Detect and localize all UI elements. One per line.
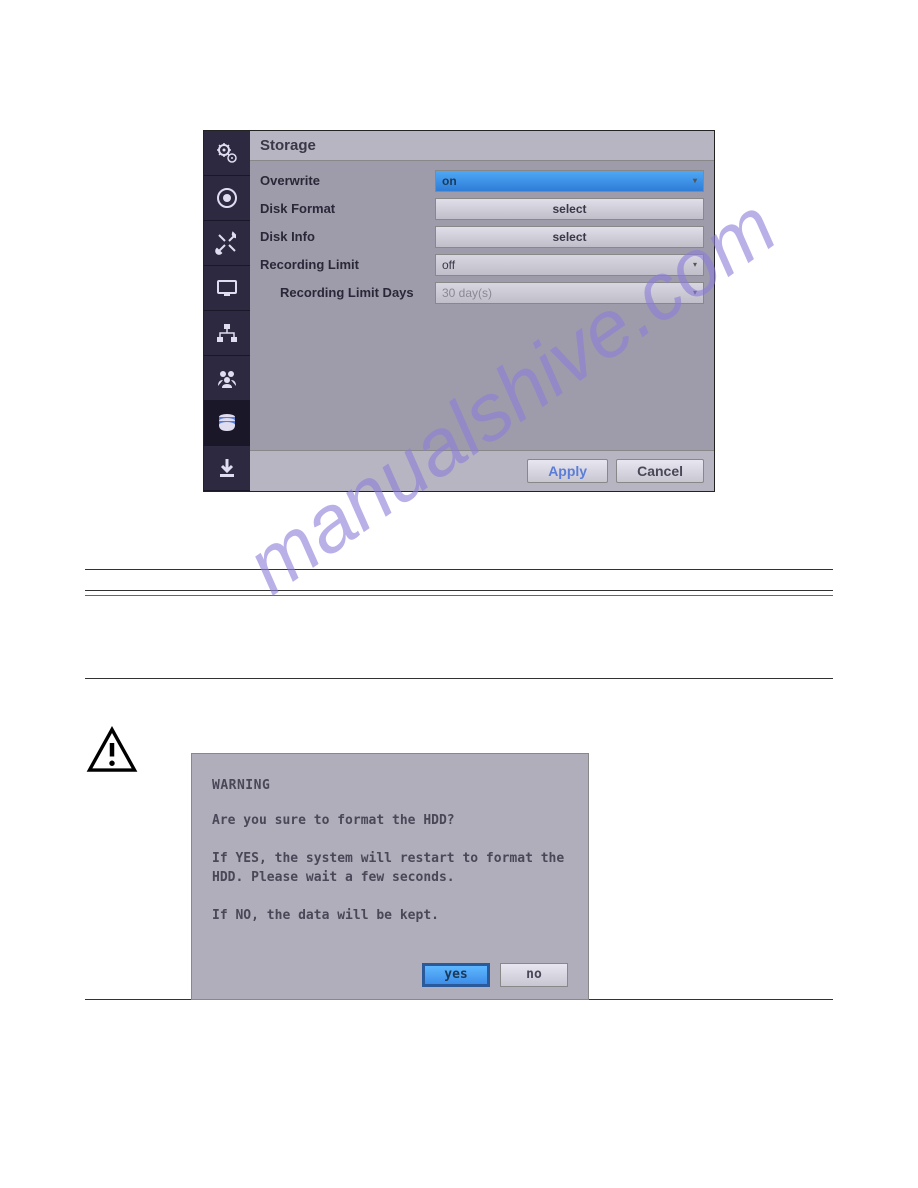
sidebar-item-tools[interactable] xyxy=(204,221,250,266)
sidebar-item-users[interactable] xyxy=(204,356,250,401)
content-area: Storage Overwrite on ▾ Disk Format selec… xyxy=(250,131,714,491)
recording-limit-dropdown[interactable]: off ▾ xyxy=(435,254,704,276)
download-icon xyxy=(215,456,239,480)
no-button[interactable]: no xyxy=(500,963,568,987)
overwrite-dropdown[interactable]: on ▾ xyxy=(435,170,704,192)
disk-info-select-button[interactable]: select xyxy=(435,226,704,248)
disk-format-label: Disk Format xyxy=(260,201,435,216)
sidebar-item-storage[interactable] xyxy=(204,401,250,446)
settings-body: Overwrite on ▾ Disk Format select Disk I… xyxy=(250,161,714,450)
sidebar-item-settings[interactable] xyxy=(204,131,250,176)
warning-section: WARNING Are you sure to format the HDD? … xyxy=(85,725,833,1000)
record-icon xyxy=(215,186,239,210)
row-recording-limit-days: Recording Limit Days 30 day(s) ▾ xyxy=(260,281,704,304)
storage-panel: Storage Overwrite on ▾ Disk Format selec… xyxy=(203,130,715,492)
network-icon xyxy=(215,321,239,345)
warning-button-row: yes no xyxy=(212,963,568,987)
disk-info-label: Disk Info xyxy=(260,229,435,244)
footer-buttons: Apply Cancel xyxy=(250,450,714,491)
recording-limit-days-dropdown: 30 day(s) ▾ xyxy=(435,282,704,304)
row-overwrite: Overwrite on ▾ xyxy=(260,169,704,192)
divider xyxy=(85,590,833,591)
warning-text-1: Are you sure to format the HDD? xyxy=(212,811,568,831)
recording-limit-label: Recording Limit xyxy=(260,257,435,272)
users-icon xyxy=(215,366,239,390)
page-title: Storage xyxy=(250,131,714,161)
gears-icon xyxy=(215,141,239,165)
disk-format-select-button[interactable]: select xyxy=(435,198,704,220)
apply-button[interactable]: Apply xyxy=(527,459,608,483)
sidebar xyxy=(204,131,250,491)
warning-text-2: If YES, the system will restart to forma… xyxy=(212,849,568,888)
row-disk-info: Disk Info select xyxy=(260,225,704,248)
chevron-down-icon: ▾ xyxy=(693,260,697,269)
recording-limit-value: off xyxy=(442,258,455,272)
chevron-down-icon: ▾ xyxy=(693,288,697,297)
sidebar-item-display[interactable] xyxy=(204,266,250,311)
divider xyxy=(85,678,833,679)
warning-title: WARNING xyxy=(212,778,568,793)
sidebar-item-network[interactable] xyxy=(204,311,250,356)
recording-limit-days-value: 30 day(s) xyxy=(442,286,492,300)
cancel-button[interactable]: Cancel xyxy=(616,459,704,483)
warning-dialog: WARNING Are you sure to format the HDD? … xyxy=(191,753,589,1000)
sidebar-item-download[interactable] xyxy=(204,446,250,491)
display-icon xyxy=(215,276,239,300)
overwrite-label: Overwrite xyxy=(260,173,435,188)
tools-icon xyxy=(215,231,239,255)
warning-icon xyxy=(85,725,139,779)
storage-icon xyxy=(215,411,239,435)
overwrite-value: on xyxy=(442,174,457,188)
recording-limit-days-label: Recording Limit Days xyxy=(260,285,435,300)
row-disk-format: Disk Format select xyxy=(260,197,704,220)
yes-button[interactable]: yes xyxy=(422,963,490,987)
sidebar-item-record[interactable] xyxy=(204,176,250,221)
warning-text-3: If NO, the data will be kept. xyxy=(212,906,568,926)
chevron-down-icon: ▾ xyxy=(693,176,697,185)
row-recording-limit: Recording Limit off ▾ xyxy=(260,253,704,276)
